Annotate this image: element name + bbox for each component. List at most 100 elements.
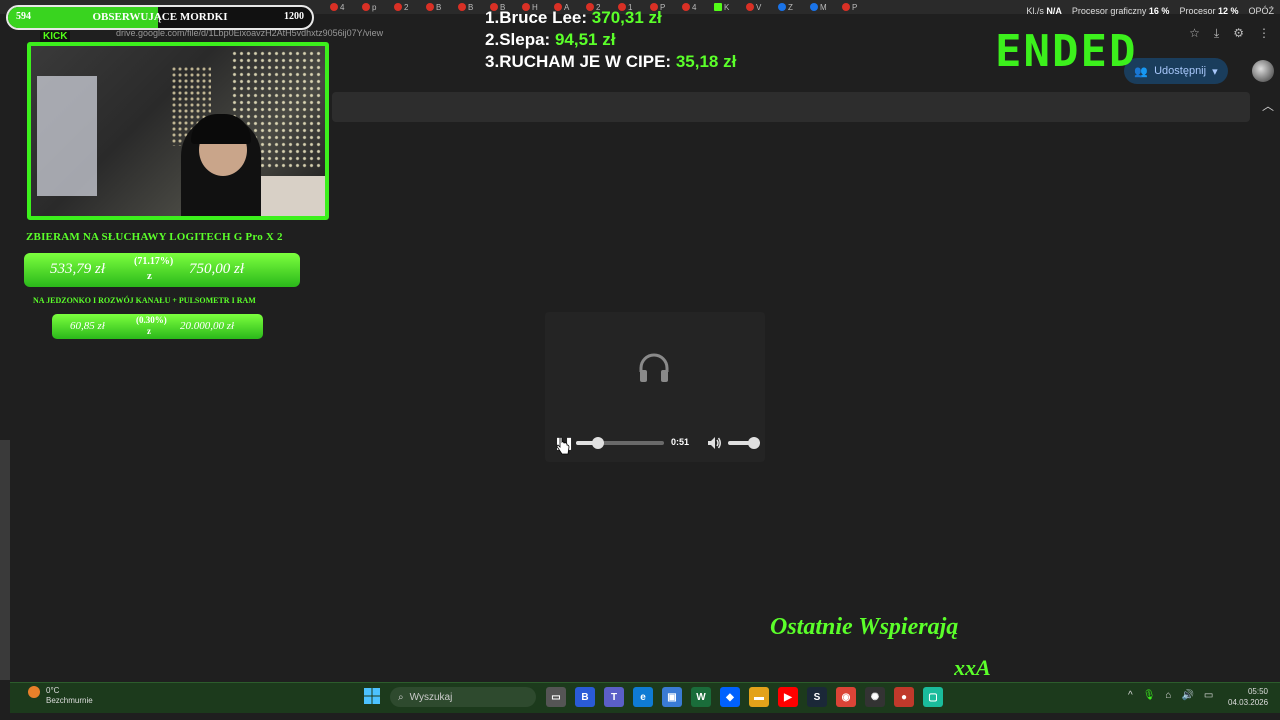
cpu-stat: Procesor 12 % <box>1179 6 1239 16</box>
app-teal-icon[interactable]: ▢ <box>923 687 943 707</box>
task-view-icon[interactable]: ▭ <box>546 687 566 707</box>
browser-tab[interactable]: 2 <box>394 1 422 13</box>
chevron-up-icon[interactable]: ^ <box>1128 690 1133 701</box>
weather-icon[interactable] <box>28 686 40 698</box>
steam-icon[interactable]: S <box>807 687 827 707</box>
tab-favicon-icon <box>842 3 850 11</box>
top-donors-leaderboard: 1.Bruce Lee: 370,31 zł 2.Slepa: 94,51 zł… <box>485 7 736 73</box>
tab-label: M <box>820 2 827 12</box>
goal2-current: 60,85 zł <box>70 320 105 332</box>
weather-temp: 0°C <box>46 686 60 695</box>
youtube-icon[interactable]: ▶ <box>778 687 798 707</box>
playback-time: 0:51 <box>671 437 690 447</box>
tab-favicon-icon <box>746 3 754 11</box>
tab-label: B <box>436 2 442 12</box>
tab-label: B <box>468 2 474 12</box>
network-icon[interactable]: ⌂ <box>1165 690 1171 701</box>
goal2-z: z <box>147 326 151 336</box>
goal2-title: NA JEDZONKO I ROZWÓJ KANAŁU + PULSOMETR … <box>33 296 256 305</box>
browser-tab[interactable]: B <box>426 1 454 13</box>
share-button[interactable]: 👥 Udostępnij ▾ <box>1124 58 1228 84</box>
extensions-icon[interactable]: ⚙ <box>1233 26 1244 41</box>
dropbox-icon[interactable]: ◆ <box>720 687 740 707</box>
windows-start-icon[interactable] <box>364 688 380 704</box>
gpu-stat: Procesor graficzny 16 % <box>1071 6 1170 16</box>
avatar[interactable] <box>1252 60 1274 82</box>
tab-favicon-icon <box>330 3 338 11</box>
tab-favicon-icon <box>778 3 786 11</box>
browser-tab[interactable]: p <box>362 1 390 13</box>
search-icon: ⌕ <box>398 691 404 703</box>
leaderboard-row: 3.RUCHAM JE W CIPE: 35,18 zł <box>485 52 737 71</box>
goal1-bar: 533,79 zł (71.17%) z 750,00 zł <box>24 253 300 287</box>
webcam-window <box>37 76 97 196</box>
obs-icon[interactable]: ● <box>894 687 914 707</box>
whatsapp-icon[interactable]: W <box>691 687 711 707</box>
menu-icon[interactable]: ⋮ <box>1258 26 1270 41</box>
store-icon[interactable]: ▣ <box>662 687 682 707</box>
browser-tab[interactable]: Z <box>778 1 806 13</box>
goal2-percent: (0.30%) <box>136 315 167 325</box>
leaderboard-row: 1.Bruce Lee: 370,31 zł <box>485 8 662 27</box>
tab-label: P <box>852 2 858 12</box>
tab-favicon-icon <box>362 3 370 11</box>
download-icon[interactable]: ⤓ <box>1214 26 1219 41</box>
goal1-current: 533,79 zł <box>50 261 106 277</box>
delay-stat: OPÓŹ <box>1248 6 1274 16</box>
fps-stat: Kl./s N/A <box>1026 6 1062 16</box>
leaderboard-row: 2.Slepa: 94,51 zł <box>485 30 616 49</box>
follower-target: 1200 <box>284 11 304 22</box>
goal2-bar: 60,85 zł (0.30%) z 20.000,00 zł <box>52 314 263 339</box>
volume-handle[interactable] <box>748 437 760 449</box>
browser-tab[interactable]: V <box>746 1 774 13</box>
chatgpt-icon[interactable]: ✺ <box>865 687 885 707</box>
file-explorer-icon[interactable]: ▬ <box>749 687 769 707</box>
seek-slider[interactable] <box>576 437 664 449</box>
edge-icon[interactable]: e <box>633 687 653 707</box>
tab-label: Z <box>788 2 793 12</box>
seek-handle[interactable] <box>592 437 604 449</box>
goal1-title: ZBIERAM NA SŁUCHAWY LOGITECH G Pro X 2 <box>26 231 283 243</box>
chevron-down-icon[interactable]: ▾ <box>1212 65 1218 78</box>
system-tray: ^ 🎙 ⌂ 🔊 ▭ <box>1128 690 1213 701</box>
microphone-icon[interactable]: 🎙 <box>1143 690 1156 701</box>
kick-logo: KICK <box>40 31 71 42</box>
weather-widget[interactable]: 0°C Bezchmurnie <box>46 686 93 706</box>
goal1-target: 750,00 zł <box>189 261 245 277</box>
clock-time: 05:50 <box>1247 687 1268 696</box>
browser-tab[interactable]: 4 <box>330 1 358 13</box>
tab-label: p <box>372 2 377 12</box>
recent-supporter-name: xxA <box>954 655 991 680</box>
goal2-target: 20.000,00 zł <box>180 320 235 332</box>
bookmark-star-icon[interactable]: ☆ <box>1189 26 1200 41</box>
chrome-icon[interactable]: ◉ <box>836 687 856 707</box>
follower-goal-title: OBSERWUJĄCE MORDKI <box>92 11 228 23</box>
taskbar-search-input[interactable]: ⌕ Wyszukaj <box>390 687 536 707</box>
speaker-icon[interactable]: 🔊 <box>1181 690 1193 701</box>
app-b-icon[interactable]: B <box>575 687 595 707</box>
browser-tab[interactable]: B <box>458 1 486 13</box>
tab-favicon-icon <box>426 3 434 11</box>
taskbar-clock[interactable]: 05:50 04.03.2026 <box>1228 686 1268 708</box>
tab-favicon-icon <box>394 3 402 11</box>
taskbar-apps: ▭ B T e ▣ W ◆ ▬ ▶ S ◉ ✺ ● ▢ <box>546 687 943 707</box>
teams-icon[interactable]: T <box>604 687 624 707</box>
tab-label: 4 <box>340 2 345 12</box>
recent-supporters-title: Ostatnie Wspierają <box>770 614 959 640</box>
tab-label: 2 <box>404 2 409 12</box>
webcam-feed <box>27 42 329 220</box>
browser-tab[interactable]: P <box>842 1 870 13</box>
edge-strip <box>0 440 10 680</box>
audio-preview-card <box>545 312 765 462</box>
weather-desc: Bezchmurnie <box>46 696 93 705</box>
volume-icon[interactable] <box>706 435 722 451</box>
share-label: Udostępnij <box>1154 65 1207 77</box>
screen: 4p2BBBHA21P4KVZMP Kl./s N/A Procesor gra… <box>0 0 1280 720</box>
goal1-z: z <box>147 270 152 282</box>
viewer-toolbar <box>332 92 1250 122</box>
battery-icon[interactable]: ▭ <box>1204 690 1213 701</box>
clock-date: 04.03.2026 <box>1228 698 1269 707</box>
tab-label: V <box>756 2 762 12</box>
browser-tab[interactable]: M <box>810 1 838 13</box>
chevron-up-icon[interactable]: ︿ <box>1258 96 1278 116</box>
